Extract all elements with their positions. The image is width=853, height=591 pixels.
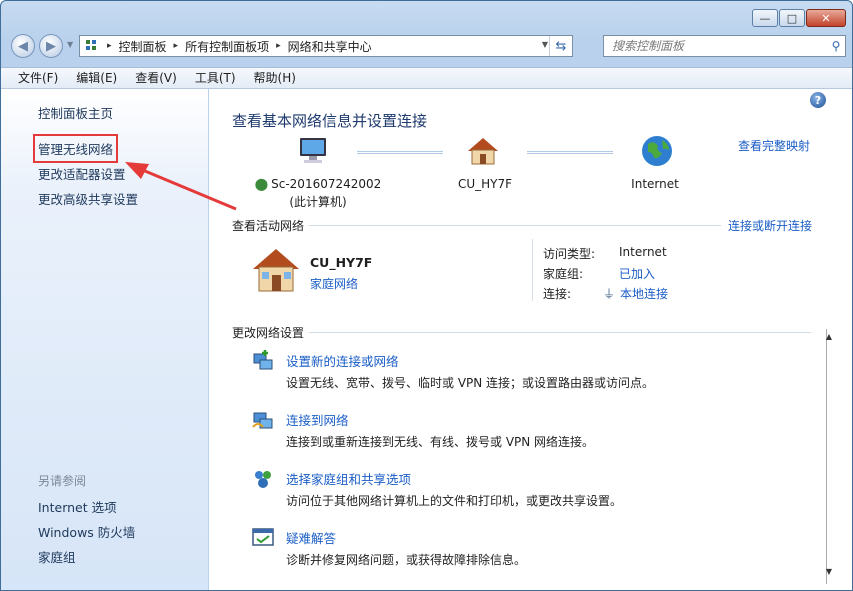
menu-help[interactable]: 帮助(H) [245, 69, 305, 87]
page-title: 查看基本网络信息并设置连接 [232, 112, 428, 130]
close-button[interactable]: ✕ [806, 9, 846, 27]
refresh-icon[interactable]: ⇆ [549, 36, 572, 56]
window: — □ ✕ ◀ ▶ ▼ ▸ 控制面板 ▸ 所有控制面板项 ▸ 网络和共享中心 ▼… [0, 0, 853, 591]
full-map-link[interactable]: 查看完整映射 [738, 137, 810, 154]
network-node-label: CU_HY7F [457, 177, 513, 191]
scroll-down-icon[interactable]: ▼ [826, 567, 832, 576]
computer-node-label: ⬤ Sc-201607242002 (此计算机) [254, 177, 382, 209]
see-also-homegroup[interactable]: 家庭组 [38, 547, 76, 566]
network-node[interactable] [465, 136, 501, 169]
minimize-button[interactable]: — [752, 9, 778, 27]
forward-arrow-icon: ▶ [46, 38, 56, 54]
menu-bar: 文件(F) 编辑(E) 查看(V) 工具(T) 帮助(H) [1, 67, 852, 89]
see-also-firewall[interactable]: Windows 防火墙 [38, 522, 135, 541]
address-bar[interactable]: ▸ 控制面板 ▸ 所有控制面板项 ▸ 网络和共享中心 ▼ ⇆ [79, 35, 573, 57]
breadcrumb-separator[interactable]: ▸ [170, 41, 183, 51]
divider [309, 332, 811, 333]
see-also-internet-options[interactable]: Internet 选项 [38, 497, 117, 516]
sidebar-item-adapter-settings[interactable]: 更改适配器设置 [38, 164, 126, 183]
internet-node[interactable] [639, 134, 675, 171]
history-dropdown-icon[interactable]: ▼ [67, 40, 73, 49]
menu-edit[interactable]: 编辑(E) [67, 69, 126, 87]
task-homegroup-link[interactable]: 选择家庭组和共享选项 [286, 469, 411, 488]
see-also-heading: 另请参阅 [38, 474, 87, 488]
network-center-icon [86, 40, 98, 52]
help-icon[interactable]: ? [810, 92, 826, 108]
scrollbar[interactable] [826, 329, 835, 584]
task-troubleshoot-desc: 诊断并修复网络问题，或获得故障排除信息。 [286, 553, 527, 567]
task-setup-connection-link[interactable]: 设置新的连接或网络 [286, 351, 399, 370]
globe-icon [642, 136, 672, 166]
back-arrow-icon: ◀ [18, 38, 28, 54]
task-homegroup-desc: 访问位于其他网络计算机上的文件和打印机，或更改共享设置。 [286, 494, 623, 508]
computer-icon [300, 138, 326, 163]
house-icon [468, 138, 498, 165]
sidebar: 控制面板主页 管理无线网络 更改适配器设置 更改高级共享设置 另请参阅 Inte… [1, 89, 208, 590]
house-large-icon [253, 249, 299, 292]
scroll-up-icon[interactable]: ▲ [826, 332, 832, 341]
maximize-button[interactable]: □ [779, 9, 805, 27]
menu-view[interactable]: 查看(V) [126, 69, 186, 87]
computer-node[interactable] [293, 136, 333, 169]
access-type-label: 访问类型: [543, 247, 596, 261]
vertical-divider [532, 239, 533, 301]
change-settings-heading: 更改网络设置 [232, 326, 305, 340]
address-dropdown-icon[interactable]: ▼ [542, 40, 548, 49]
breadcrumb-separator[interactable]: ▸ [103, 41, 116, 51]
network-type-link[interactable]: 家庭网络 [310, 275, 358, 292]
homegroup-sharing-icon [255, 471, 271, 488]
task-connect-network-link[interactable]: 连接到网络 [286, 410, 349, 429]
sidebar-item-advanced-sharing[interactable]: 更改高级共享设置 [38, 189, 138, 208]
map-connector-1 [357, 151, 443, 154]
task-connect-network-desc: 连接到或重新连接到无线、有线、拨号或 VPN 网络连接。 [286, 435, 595, 449]
connect-disconnect-link[interactable]: 连接或断开连接 [728, 217, 812, 234]
breadcrumb-separator[interactable]: ▸ [272, 41, 285, 51]
troubleshoot-icon [252, 528, 274, 546]
breadcrumb-network-center[interactable]: 网络和共享中心 [285, 38, 375, 55]
network-globe-small-icon: ⬤ [254, 177, 269, 191]
active-networks-heading: 查看活动网络 [232, 219, 305, 233]
sidebar-item-manage-wireless[interactable]: 管理无线网络 [32, 134, 119, 163]
connection-label: 连接: [543, 287, 572, 301]
map-connector-2 [527, 151, 613, 154]
menu-tools[interactable]: 工具(T) [186, 69, 245, 87]
new-connection-icon [253, 350, 273, 370]
menu-file[interactable]: 文件(F) [9, 69, 67, 87]
navigation-bar: ◀ ▶ ▼ ▸ 控制面板 ▸ 所有控制面板项 ▸ 网络和共享中心 ▼ ⇆ ⚲ [9, 34, 846, 60]
search-box: ⚲ [603, 35, 846, 57]
homegroup-label: 家庭组: [543, 267, 584, 281]
active-network-name: CU_HY7F [310, 255, 373, 270]
connection-link[interactable]: ⏚ 本地连接 [603, 285, 668, 302]
back-button[interactable]: ◀ [11, 34, 35, 58]
sidebar-item-home[interactable]: 控制面板主页 [38, 103, 113, 122]
access-type-value: Internet [619, 245, 667, 259]
breadcrumb-all-items[interactable]: 所有控制面板项 [182, 38, 272, 55]
task-setup-connection-desc: 设置无线、宽带、拨号、临时或 VPN 连接；或设置路由器或访问点。 [286, 376, 655, 390]
internet-node-label: Internet [631, 177, 679, 191]
ethernet-plug-icon: ⏚ [603, 287, 616, 301]
divider [309, 225, 721, 226]
task-troubleshoot-link[interactable]: 疑难解答 [286, 528, 336, 547]
search-icon[interactable]: ⚲ [827, 39, 845, 53]
search-input[interactable] [604, 38, 827, 54]
caption-buttons: — □ ✕ [752, 9, 846, 27]
connect-network-icon [252, 412, 273, 429]
homegroup-link[interactable]: 已加入 [619, 265, 655, 282]
main-content: ? 查看基本网络信息并设置连接 查看完整映射 ⬤ Sc-201607242002… [209, 89, 852, 590]
forward-button[interactable]: ▶ [39, 34, 63, 58]
breadcrumb-control-panel[interactable]: 控制面板 [116, 38, 170, 55]
